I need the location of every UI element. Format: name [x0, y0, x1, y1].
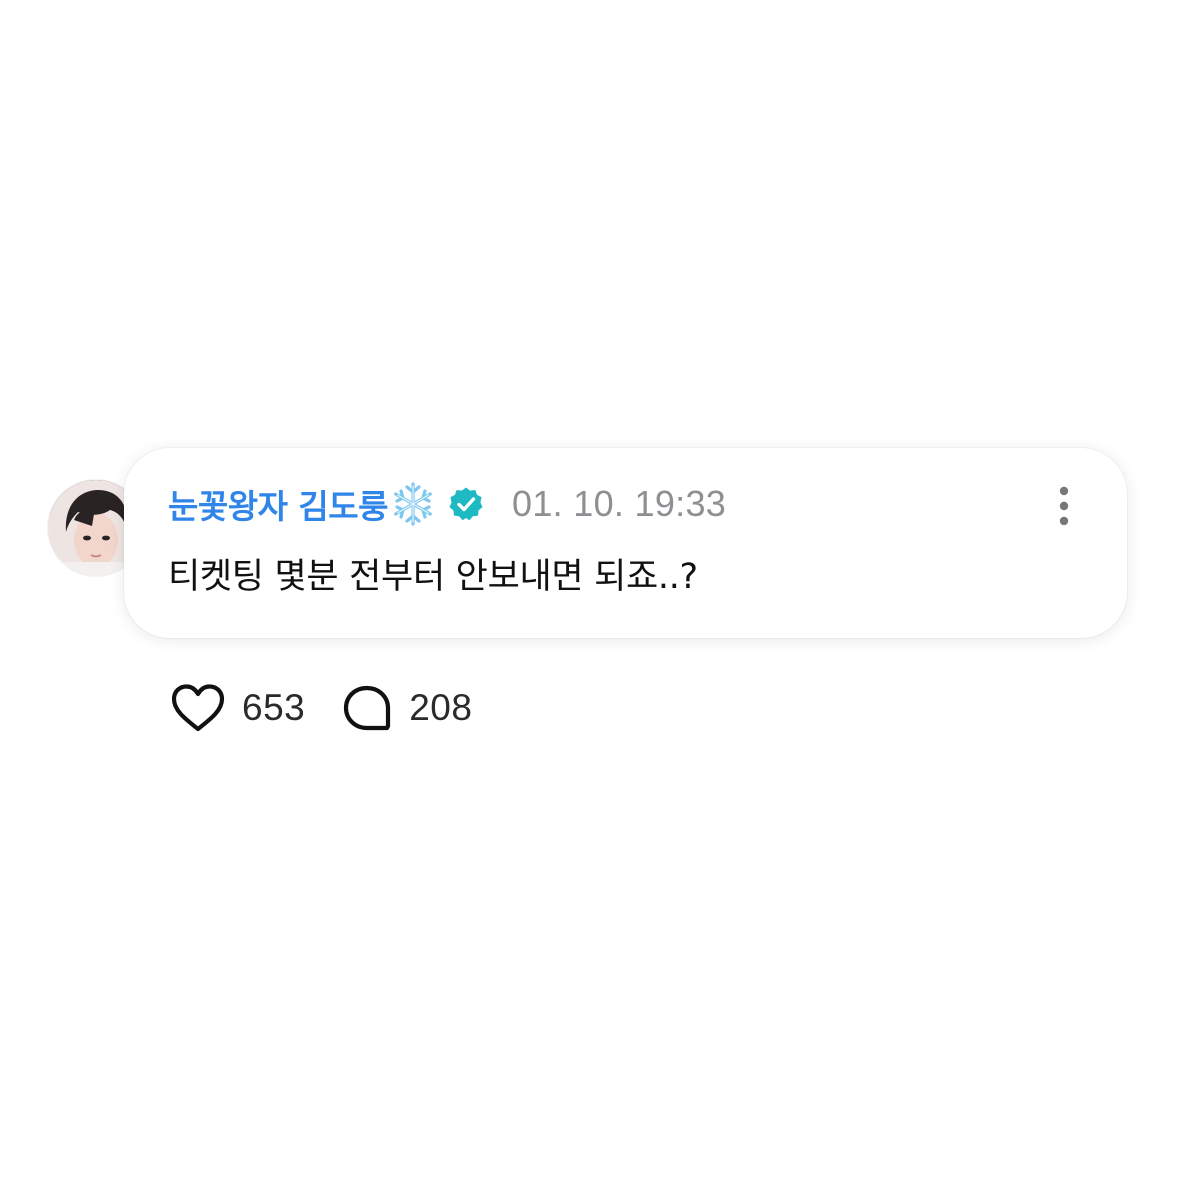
comment-header: 눈꽃왕자 김도룽 01. 10. 19:33	[168, 478, 726, 530]
snowflake-icon	[390, 481, 436, 527]
more-vertical-icon	[1059, 486, 1069, 526]
heart-icon	[171, 684, 225, 732]
verified-badge-icon	[448, 486, 484, 522]
comment-text: 티켓팅 몇분 전부터 안보내면 되죠..?	[168, 557, 698, 597]
like-button[interactable]: 653	[170, 683, 305, 733]
comment-actions: 653 208	[170, 680, 472, 736]
reply-button[interactable]: 208	[341, 682, 472, 734]
comment-bubble-icon	[344, 685, 391, 731]
comment-timestamp: 01. 10. 19:33	[512, 483, 727, 524]
reply-count: 208	[409, 687, 473, 728]
like-count: 653	[242, 687, 306, 728]
comment-bubble: 눈꽃왕자 김도룽 01. 10. 19:33 티켓팅 몇분 전부터 안보내면 되…	[124, 448, 1127, 638]
author-name[interactable]: 눈꽃왕자 김도룽	[168, 480, 389, 528]
more-options-button[interactable]	[1053, 486, 1075, 526]
